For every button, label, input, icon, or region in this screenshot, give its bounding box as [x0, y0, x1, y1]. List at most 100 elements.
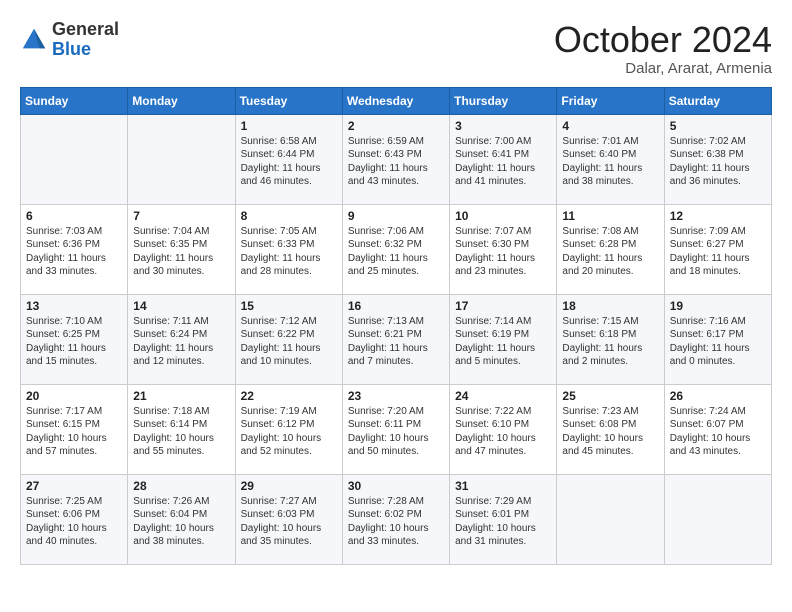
weekday-header-tuesday: Tuesday	[235, 87, 342, 114]
day-number: 23	[348, 389, 444, 403]
day-info: Sunrise: 7:20 AM Sunset: 6:11 PM Dayligh…	[348, 405, 444, 459]
day-info: Sunrise: 7:25 AM Sunset: 6:06 PM Dayligh…	[26, 495, 122, 549]
day-number: 26	[670, 389, 766, 403]
day-number: 2	[348, 119, 444, 133]
day-number: 8	[241, 209, 337, 223]
day-info: Sunrise: 7:28 AM Sunset: 6:02 PM Dayligh…	[348, 495, 444, 549]
weekday-header-row: SundayMondayTuesdayWednesdayThursdayFrid…	[21, 87, 772, 114]
day-cell	[21, 114, 128, 204]
day-cell: 5 Sunrise: 7:02 AM Sunset: 6:38 PM Daylig…	[664, 114, 771, 204]
day-cell: 11Sunrise: 7:08 AM Sunset: 6:28 PM Dayli…	[557, 204, 664, 294]
day-info: Sunrise: 7:22 AM Sunset: 6:10 PM Dayligh…	[455, 405, 551, 459]
day-number: 4	[562, 119, 658, 133]
day-number: 22	[241, 389, 337, 403]
day-number: 19	[670, 299, 766, 313]
day-cell: 24 Sunrise: 7:22 AM Sunset: 6:10 PM Dayli…	[450, 384, 557, 474]
day-cell: 12 Sunrise: 7:09 AM Sunset: 6:27 PM Dayli…	[664, 204, 771, 294]
day-cell: 2 Sunrise: 6:59 AM Sunset: 6:43 PM Daylig…	[342, 114, 449, 204]
day-cell: 19 Sunrise: 7:16 AM Sunset: 6:17 PM Dayli…	[664, 294, 771, 384]
week-row-5: 27Sunrise: 7:25 AM Sunset: 6:06 PM Dayli…	[21, 474, 772, 564]
day-info: Sunrise: 6:59 AM Sunset: 6:43 PM Dayligh…	[348, 135, 444, 189]
day-number: 18	[562, 299, 658, 313]
day-cell: 3Sunrise: 7:00 AM Sunset: 6:41 PM Daylig…	[450, 114, 557, 204]
header: General Blue October 2024 Dalar, Ararat,…	[20, 20, 772, 77]
day-cell: 4 Sunrise: 7:01 AM Sunset: 6:40 PM Daylig…	[557, 114, 664, 204]
day-number: 30	[348, 479, 444, 493]
logo: General Blue	[20, 20, 119, 60]
day-cell: 21 Sunrise: 7:18 AM Sunset: 6:14 PM Dayli…	[128, 384, 235, 474]
day-cell: 26 Sunrise: 7:24 AM Sunset: 6:07 PM Dayli…	[664, 384, 771, 474]
day-cell: 13 Sunrise: 7:10 AM Sunset: 6:25 PM Dayli…	[21, 294, 128, 384]
day-number: 24	[455, 389, 551, 403]
day-cell: 25Sunrise: 7:23 AM Sunset: 6:08 PM Dayli…	[557, 384, 664, 474]
day-info: Sunrise: 7:26 AM Sunset: 6:04 PM Dayligh…	[133, 495, 229, 549]
day-cell: 27Sunrise: 7:25 AM Sunset: 6:06 PM Dayli…	[21, 474, 128, 564]
weekday-header-monday: Monday	[128, 87, 235, 114]
weekday-header-sunday: Sunday	[21, 87, 128, 114]
day-info: Sunrise: 7:02 AM Sunset: 6:38 PM Dayligh…	[670, 135, 766, 189]
day-number: 28	[133, 479, 229, 493]
logo-text: General Blue	[52, 20, 119, 60]
day-cell: 17 Sunrise: 7:14 AM Sunset: 6:19 PM Dayli…	[450, 294, 557, 384]
day-cell: 9 Sunrise: 7:06 AM Sunset: 6:32 PM Daylig…	[342, 204, 449, 294]
day-info: Sunrise: 7:01 AM Sunset: 6:40 PM Dayligh…	[562, 135, 658, 189]
day-number: 5	[670, 119, 766, 133]
day-info: Sunrise: 7:11 AM Sunset: 6:24 PM Dayligh…	[133, 315, 229, 369]
day-info: Sunrise: 7:12 AM Sunset: 6:22 PM Dayligh…	[241, 315, 337, 369]
day-info: Sunrise: 7:04 AM Sunset: 6:35 PM Dayligh…	[133, 225, 229, 279]
calendar-table: SundayMondayTuesdayWednesdayThursdayFrid…	[20, 87, 772, 565]
day-number: 9	[348, 209, 444, 223]
day-info: Sunrise: 7:09 AM Sunset: 6:27 PM Dayligh…	[670, 225, 766, 279]
day-info: Sunrise: 7:19 AM Sunset: 6:12 PM Dayligh…	[241, 405, 337, 459]
day-info: Sunrise: 7:29 AM Sunset: 6:01 PM Dayligh…	[455, 495, 551, 549]
day-number: 7	[133, 209, 229, 223]
day-cell: 16 Sunrise: 7:13 AM Sunset: 6:21 PM Dayli…	[342, 294, 449, 384]
month-title: October 2024	[554, 20, 772, 60]
day-number: 11	[562, 209, 658, 223]
day-cell: 10 Sunrise: 7:07 AM Sunset: 6:30 PM Dayli…	[450, 204, 557, 294]
day-number: 15	[241, 299, 337, 313]
day-info: Sunrise: 7:18 AM Sunset: 6:14 PM Dayligh…	[133, 405, 229, 459]
day-info: Sunrise: 7:14 AM Sunset: 6:19 PM Dayligh…	[455, 315, 551, 369]
day-info: Sunrise: 7:06 AM Sunset: 6:32 PM Dayligh…	[348, 225, 444, 279]
title-block: October 2024 Dalar, Ararat, Armenia	[554, 20, 772, 77]
day-cell: 31 Sunrise: 7:29 AM Sunset: 6:01 PM Dayli…	[450, 474, 557, 564]
day-cell: 28 Sunrise: 7:26 AM Sunset: 6:04 PM Dayli…	[128, 474, 235, 564]
day-number: 10	[455, 209, 551, 223]
location: Dalar, Ararat, Armenia	[554, 60, 772, 77]
day-cell: 1Sunrise: 6:58 AM Sunset: 6:44 PM Daylig…	[235, 114, 342, 204]
day-info: Sunrise: 7:07 AM Sunset: 6:30 PM Dayligh…	[455, 225, 551, 279]
day-info: Sunrise: 7:10 AM Sunset: 6:25 PM Dayligh…	[26, 315, 122, 369]
day-info: Sunrise: 7:17 AM Sunset: 6:15 PM Dayligh…	[26, 405, 122, 459]
day-info: Sunrise: 7:16 AM Sunset: 6:17 PM Dayligh…	[670, 315, 766, 369]
day-info: Sunrise: 7:13 AM Sunset: 6:21 PM Dayligh…	[348, 315, 444, 369]
logo-general: General	[52, 19, 119, 39]
day-number: 13	[26, 299, 122, 313]
day-cell: 30 Sunrise: 7:28 AM Sunset: 6:02 PM Dayli…	[342, 474, 449, 564]
day-cell: 18 Sunrise: 7:15 AM Sunset: 6:18 PM Dayli…	[557, 294, 664, 384]
day-cell: 15 Sunrise: 7:12 AM Sunset: 6:22 PM Dayli…	[235, 294, 342, 384]
day-number: 21	[133, 389, 229, 403]
day-number: 16	[348, 299, 444, 313]
week-row-1: 1Sunrise: 6:58 AM Sunset: 6:44 PM Daylig…	[21, 114, 772, 204]
day-cell: 6Sunrise: 7:03 AM Sunset: 6:36 PM Daylig…	[21, 204, 128, 294]
day-number: 17	[455, 299, 551, 313]
day-info: Sunrise: 7:24 AM Sunset: 6:07 PM Dayligh…	[670, 405, 766, 459]
day-cell: 20 Sunrise: 7:17 AM Sunset: 6:15 PM Dayli…	[21, 384, 128, 474]
week-row-4: 20 Sunrise: 7:17 AM Sunset: 6:15 PM Dayli…	[21, 384, 772, 474]
day-info: Sunrise: 7:27 AM Sunset: 6:03 PM Dayligh…	[241, 495, 337, 549]
day-number: 12	[670, 209, 766, 223]
day-cell: 7 Sunrise: 7:04 AM Sunset: 6:35 PM Daylig…	[128, 204, 235, 294]
day-cell: 22 Sunrise: 7:19 AM Sunset: 6:12 PM Dayli…	[235, 384, 342, 474]
day-cell	[128, 114, 235, 204]
day-number: 20	[26, 389, 122, 403]
weekday-header-wednesday: Wednesday	[342, 87, 449, 114]
weekday-header-friday: Friday	[557, 87, 664, 114]
logo-icon	[20, 26, 48, 54]
day-info: Sunrise: 6:58 AM Sunset: 6:44 PM Dayligh…	[241, 135, 337, 189]
day-cell: 14Sunrise: 7:11 AM Sunset: 6:24 PM Dayli…	[128, 294, 235, 384]
page: General Blue October 2024 Dalar, Ararat,…	[0, 0, 792, 585]
day-number: 31	[455, 479, 551, 493]
day-info: Sunrise: 7:15 AM Sunset: 6:18 PM Dayligh…	[562, 315, 658, 369]
day-number: 3	[455, 119, 551, 133]
